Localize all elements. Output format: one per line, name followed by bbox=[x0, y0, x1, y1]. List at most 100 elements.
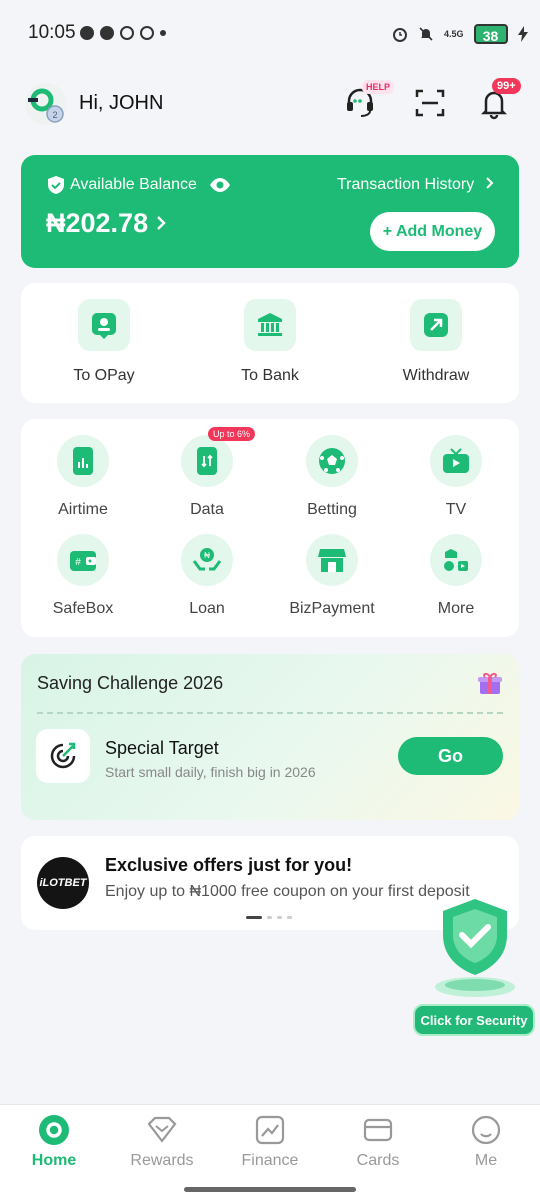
to-bank-icon-bg bbox=[244, 299, 296, 351]
service-airtime[interactable]: Airtime bbox=[21, 435, 145, 519]
pager-dot-active bbox=[246, 916, 262, 919]
to-opay-button[interactable]: To OPay bbox=[39, 299, 169, 385]
to-bank-button[interactable]: To Bank bbox=[205, 299, 335, 385]
football-icon bbox=[319, 448, 345, 474]
go-button[interactable]: Go bbox=[398, 737, 503, 775]
divider bbox=[37, 712, 503, 714]
more-notifications-dot bbox=[160, 30, 166, 36]
ilotbet-logo: iLOTBET bbox=[37, 857, 89, 909]
svg-text:#: # bbox=[75, 557, 81, 568]
loan-label: Loan bbox=[189, 600, 225, 617]
person-card-icon bbox=[92, 313, 116, 339]
service-loan[interactable]: ₦ Loan bbox=[145, 534, 269, 618]
nav-finance-label: Finance bbox=[241, 1152, 299, 1169]
help-badge: HELP bbox=[362, 80, 395, 94]
withdraw-button[interactable]: Withdraw bbox=[371, 299, 501, 385]
nav-cards[interactable]: Cards bbox=[324, 1114, 432, 1170]
charging-icon bbox=[517, 26, 528, 42]
bank-icon bbox=[258, 313, 282, 336]
special-target-subtitle: Start small daily, finish big in 2026 bbox=[105, 764, 316, 780]
bizpayment-label: BizPayment bbox=[289, 600, 375, 617]
gift-icon bbox=[477, 670, 503, 701]
nav-cards-label: Cards bbox=[356, 1152, 400, 1169]
store-icon bbox=[318, 549, 346, 572]
chevron-right-icon bbox=[485, 177, 494, 189]
balance-chevron[interactable] bbox=[156, 216, 166, 235]
rewards-diamond-icon bbox=[147, 1116, 177, 1143]
tv-label: TV bbox=[445, 501, 467, 518]
pager-dot bbox=[277, 916, 282, 919]
safebox-label: SafeBox bbox=[52, 600, 114, 617]
service-safebox[interactable]: # SafeBox bbox=[21, 534, 145, 618]
status-time: 10:05 bbox=[28, 22, 76, 43]
service-data[interactable]: Data bbox=[145, 435, 269, 519]
pager-dot bbox=[287, 916, 292, 919]
phone-chart-icon bbox=[73, 447, 93, 475]
airtime-label: Airtime bbox=[58, 501, 108, 518]
finance-chart-icon bbox=[255, 1115, 285, 1145]
nav-me[interactable]: Me bbox=[432, 1114, 540, 1170]
notification-badge: 99+ bbox=[492, 78, 521, 94]
message-icon bbox=[80, 26, 94, 40]
target-icon-tile bbox=[36, 729, 90, 783]
status-right: 4.5G 38 bbox=[392, 24, 528, 44]
service-betting[interactable]: Betting bbox=[270, 435, 394, 519]
wallet-icon: # bbox=[70, 551, 96, 571]
eye-icon[interactable] bbox=[209, 177, 231, 193]
nav-finance[interactable]: Finance bbox=[216, 1114, 324, 1170]
to-opay-label: To OPay bbox=[73, 367, 135, 384]
security-button[interactable]: Click for Security bbox=[413, 1004, 535, 1036]
safebox-icon-bg: # bbox=[57, 534, 109, 586]
tv-icon-bg bbox=[430, 435, 482, 487]
more-icon-bg bbox=[430, 534, 482, 586]
special-target-title: Special Target bbox=[105, 738, 219, 758]
data-label: Data bbox=[190, 501, 224, 518]
balance-label-row: Available Balance bbox=[48, 176, 231, 194]
scan-button[interactable] bbox=[413, 86, 447, 120]
svg-text:₦: ₦ bbox=[204, 551, 210, 560]
notification-icons bbox=[80, 26, 166, 40]
greeting: Hi, JOHN bbox=[79, 92, 164, 114]
battery-indicator: 38 bbox=[473, 24, 508, 44]
security-shield[interactable] bbox=[430, 895, 520, 1005]
more-grid-icon bbox=[444, 549, 468, 571]
nav-home[interactable]: Home bbox=[0, 1114, 108, 1170]
home-indicator[interactable] bbox=[184, 1187, 356, 1192]
withdraw-icon bbox=[424, 313, 448, 337]
chevron-right-icon bbox=[157, 216, 166, 230]
add-money-button[interactable]: + Add Money bbox=[370, 212, 495, 251]
to-opay-icon-bg bbox=[78, 299, 130, 351]
nav-rewards-label: Rewards bbox=[130, 1152, 194, 1169]
withdraw-label: Withdraw bbox=[402, 367, 470, 384]
phone-data-icon bbox=[197, 447, 217, 475]
scan-icon bbox=[415, 89, 445, 117]
balance-label: Available Balance bbox=[70, 176, 197, 193]
network-label: 4.5G bbox=[444, 28, 464, 39]
svg-text:2: 2 bbox=[52, 110, 57, 120]
service-more[interactable]: More bbox=[394, 534, 518, 618]
data-promo-badge: Up to 6% bbox=[208, 427, 256, 441]
service-tv[interactable]: TV bbox=[394, 435, 518, 519]
to-bank-label: To Bank bbox=[241, 367, 299, 384]
home-icon bbox=[39, 1115, 69, 1145]
pager-dot bbox=[267, 916, 272, 919]
transaction-history-link[interactable]: Transaction History bbox=[337, 176, 495, 194]
service-bizpayment[interactable]: BizPayment bbox=[270, 534, 394, 618]
transaction-history-label: Transaction History bbox=[337, 176, 475, 193]
nav-rewards[interactable]: Rewards bbox=[108, 1114, 216, 1170]
saving-challenge-title: Saving Challenge 2026 bbox=[37, 673, 224, 693]
facebook-icon bbox=[140, 26, 154, 40]
nav-me-label: Me bbox=[474, 1152, 498, 1169]
snapchat-icon bbox=[100, 26, 114, 40]
more-label: More bbox=[437, 600, 475, 617]
alarm-icon bbox=[393, 28, 407, 42]
offer-subtitle: Enjoy up to ₦1000 free coupon on your fi… bbox=[105, 883, 470, 900]
shield-check-icon bbox=[48, 176, 64, 194]
profile-icon bbox=[471, 1115, 501, 1145]
balance-amount[interactable]: ₦202.78 bbox=[46, 208, 148, 239]
banner-pager bbox=[246, 916, 292, 919]
avatar[interactable]: 2 bbox=[24, 82, 68, 126]
target-arrow-icon bbox=[50, 742, 76, 769]
offer-title: Exclusive offers just for you! bbox=[105, 855, 353, 875]
loan-icon-bg: ₦ bbox=[181, 534, 233, 586]
